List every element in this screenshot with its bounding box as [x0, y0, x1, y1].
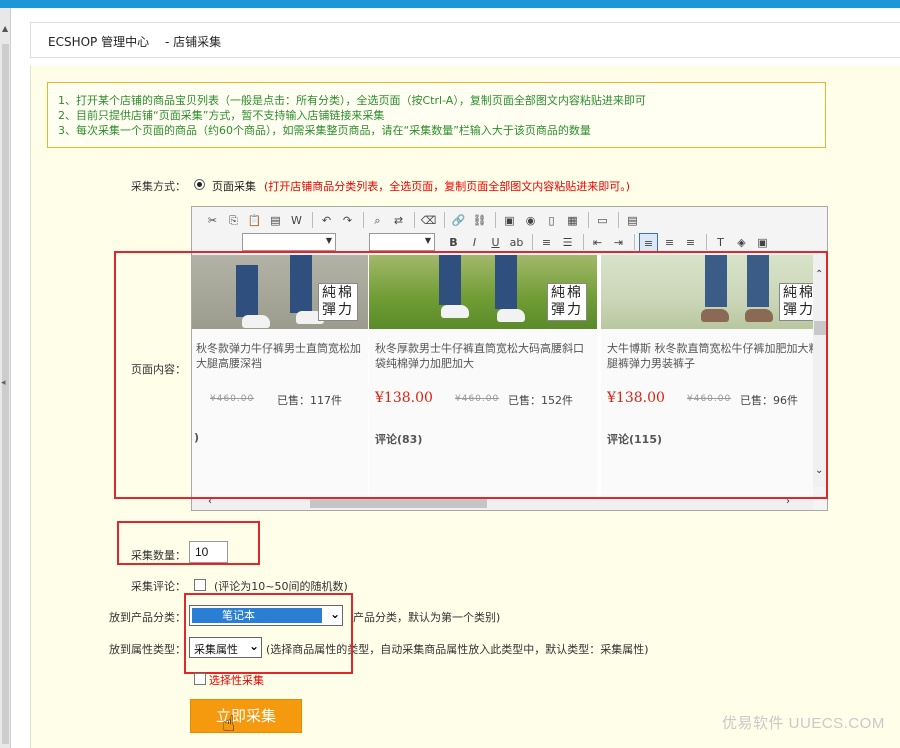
hand-cursor-icon: ☝ — [222, 712, 236, 737]
text-color-icon[interactable]: T — [711, 233, 730, 252]
notice-line-2: 2、目前只提供店铺“页面采集”方式，暂不支持输入店铺链接来采集 — [58, 109, 385, 122]
cut-icon[interactable]: ✂ — [203, 211, 222, 230]
collect-now-button[interactable]: 立即采集 — [190, 699, 302, 733]
bg-color-icon[interactable]: ◈ — [732, 233, 751, 252]
italic-icon[interactable]: I — [465, 233, 484, 252]
font-family-select[interactable]: ▼ — [242, 233, 336, 251]
outdent-icon[interactable]: ⇤ — [588, 233, 607, 252]
font-size-select[interactable]: ▼ — [369, 233, 435, 251]
method-label: 采集方式： — [131, 180, 186, 193]
category-hint: 产品分类，默认为第一个类别) — [353, 611, 501, 624]
breadcrumb-app[interactable]: ECSHOP 管理中心 — [48, 33, 149, 50]
flash-icon[interactable]: ◉ — [521, 211, 540, 230]
highlight-select-box — [184, 593, 353, 674]
align-center-icon[interactable]: ≡ — [660, 233, 679, 252]
picture-icon[interactable]: ▣ — [753, 233, 772, 252]
breadcrumb: ECSHOP 管理中心 - 店铺采集 — [30, 22, 900, 58]
chevron-down-icon: ▼ — [325, 236, 332, 245]
table-icon[interactable]: ▦ — [563, 211, 582, 230]
copy-icon[interactable]: ⎘ — [224, 211, 243, 230]
undo-icon[interactable]: ↶ — [317, 211, 336, 230]
underline-icon[interactable]: U — [486, 233, 505, 252]
redo-icon[interactable]: ↷ — [338, 211, 357, 230]
attr-label: 放到属性类型： — [109, 643, 186, 656]
editor-toolbar-row-1: ✂ ⎘ 📋 ▤ W ↶ ↷ ⌕ ⇄ ⌫ 🔗 ⛓ ▣ ◉ ▯ ▦ ▭ ▤ — [203, 209, 644, 231]
left-scrollbar[interactable]: ▲ ◂ — [0, 8, 11, 748]
comment-hint: (评论为10~50间的随机数) — [214, 580, 348, 593]
selective-checkbox[interactable] — [194, 673, 206, 685]
replace-icon[interactable]: ⇄ — [389, 211, 408, 230]
strike-icon[interactable]: ab — [507, 233, 526, 252]
highlight-qty-box — [117, 521, 260, 565]
page-icon[interactable]: ▯ — [542, 211, 561, 230]
selective-label[interactable]: 选择性采集 — [209, 672, 264, 688]
category-label: 放到产品分类： — [109, 611, 186, 624]
source-icon[interactable]: ▤ — [623, 211, 642, 230]
notice-line-1: 1、打开某个店铺的商品宝贝列表（一般是点击：所有分类），全选页面（按Ctrl-A… — [58, 94, 646, 107]
breadcrumb-page: - 店铺采集 — [165, 35, 222, 49]
chevron-down-icon: ▼ — [424, 236, 431, 245]
editor-toolbar-row-2: B I U ab ≡ ☰ ⇤ ⇥ ≡ ≡ ≡ T ◈ ▣ — [444, 231, 774, 253]
image-icon[interactable]: ▣ — [500, 211, 519, 230]
indent-icon[interactable]: ⇥ — [609, 233, 628, 252]
align-right-icon[interactable]: ≡ — [681, 233, 700, 252]
paste-text-icon[interactable]: ▤ — [266, 211, 285, 230]
scroll-thumb[interactable] — [2, 44, 9, 744]
hscroll-thumb[interactable] — [310, 499, 487, 508]
method-option-label[interactable]: 页面采集 — [212, 178, 256, 194]
paste-word-icon[interactable]: W — [287, 211, 306, 230]
unlink-icon[interactable]: ⛓ — [470, 211, 489, 230]
notice-box: 1、打开某个店铺的商品宝贝列表（一般是点击：所有分类），全选页面（按Ctrl-A… — [47, 82, 826, 148]
find-icon[interactable]: ⌕ — [368, 211, 387, 230]
scroll-up-icon[interactable]: ▲ — [2, 24, 8, 33]
comment-checkbox[interactable] — [194, 579, 206, 591]
comment-label: 采集评论： — [131, 580, 186, 593]
ordered-list-icon[interactable]: ≡ — [537, 233, 556, 252]
eraser-icon[interactable]: ⌫ — [419, 211, 438, 230]
page-collect-radio[interactable] — [194, 179, 205, 190]
top-bar — [0, 0, 900, 8]
paste-icon[interactable]: 📋 — [245, 211, 264, 230]
collapse-arrow-icon[interactable]: ◂ — [1, 378, 6, 388]
align-left-icon[interactable]: ≡ — [639, 232, 658, 252]
bullet-list-icon[interactable]: ☰ — [558, 233, 577, 252]
link-icon[interactable]: 🔗 — [449, 211, 468, 230]
notice-line-3: 3、每次采集一个页面的商品（约60个商品），如需采集整页商品，请在“采集数量”栏… — [58, 124, 591, 137]
bold-icon[interactable]: B — [444, 233, 463, 252]
watermark: 优易软件 UUECS.COM — [722, 715, 885, 732]
highlight-content-box — [114, 251, 828, 499]
method-hint: (打开店铺商品分类列表，全选页面，复制页面全部图文内容粘贴进来即可。) — [264, 180, 631, 193]
fullscreen-icon[interactable]: ▭ — [593, 211, 612, 230]
